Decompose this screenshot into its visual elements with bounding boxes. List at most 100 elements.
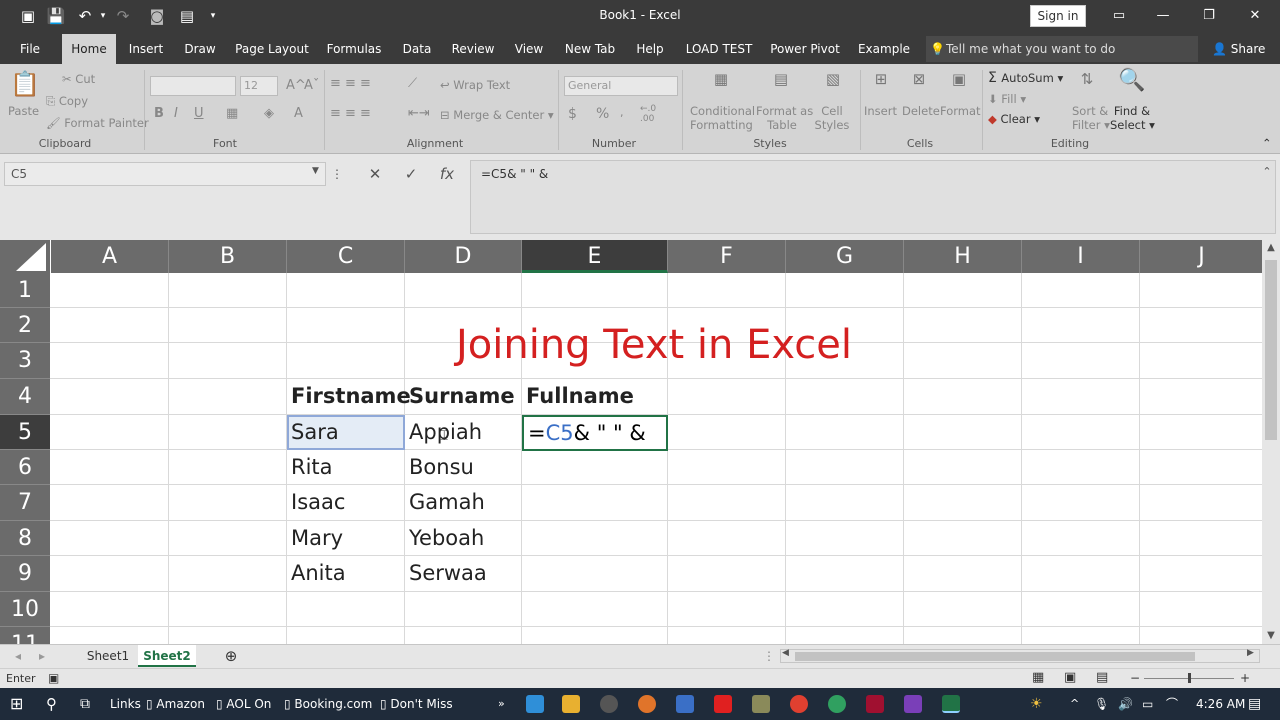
zoom-out-icon[interactable]: −	[1130, 671, 1140, 685]
bookmark-aol-on[interactable]: ▯ AOL On	[216, 688, 271, 720]
column-header-i[interactable]: I	[1022, 240, 1140, 273]
chrome-icon[interactable]	[790, 695, 808, 713]
next-sheet-icon[interactable]: ▸	[34, 645, 50, 667]
tab-help[interactable]: Help	[632, 34, 668, 64]
fill-button[interactable]: ⬇ Fill ▾	[988, 92, 1026, 106]
macro-record-icon[interactable]: ▣	[48, 671, 59, 685]
orientation-icon[interactable]: ⟋	[408, 76, 417, 91]
tab-new-tab[interactable]: New Tab	[562, 34, 618, 64]
firstname-cell[interactable]: Sara	[287, 415, 339, 450]
tab-example[interactable]: Example	[856, 34, 912, 64]
media-icon[interactable]	[600, 695, 618, 713]
font-name-select[interactable]	[150, 76, 236, 96]
form-icon[interactable]: ▤	[176, 6, 198, 26]
shrink-font-icon[interactable]: Aˇ	[304, 78, 319, 93]
row-header-4[interactable]: 4	[0, 379, 50, 415]
paste-icon[interactable]: 📋	[10, 70, 40, 100]
row-header-8[interactable]: 8	[0, 521, 50, 556]
camera-icon[interactable]: ◙	[146, 6, 168, 26]
edge-icon[interactable]	[526, 695, 544, 713]
scroll-up-icon[interactable]: ▲	[1262, 242, 1280, 253]
number-format-select[interactable]: General	[564, 76, 678, 96]
bookmark-amazon[interactable]: ▯ Amazon	[146, 688, 205, 720]
bookmark-dont-miss[interactable]: ▯ Don't Miss	[380, 688, 453, 720]
column-header-e[interactable]: E	[522, 240, 668, 273]
tab-draw[interactable]: Draw	[180, 34, 220, 64]
access-icon[interactable]	[866, 695, 884, 713]
autosave-icon[interactable]: ▣	[18, 6, 38, 26]
tab-load-test[interactable]: LOAD TEST	[682, 34, 756, 64]
row-header-1[interactable]: 1	[0, 273, 50, 308]
name-box[interactable]: C5	[4, 162, 326, 186]
surname-cell[interactable]: Yeboah	[405, 521, 484, 556]
horizontal-scrollbar[interactable]: ◀ ▶	[780, 648, 1260, 663]
find-select-button[interactable]: Find & Select ▾	[1110, 104, 1155, 132]
network-icon[interactable]: ⌒	[1166, 688, 1178, 720]
cell-styles-button[interactable]: Cell Styles	[812, 104, 852, 132]
sheet-tab-sheet2[interactable]: Sheet2	[138, 645, 196, 667]
row-header-3[interactable]: 3	[0, 343, 50, 379]
fill-color-icon[interactable]: ◈	[264, 106, 274, 121]
restore-icon[interactable]: ❐	[1198, 6, 1220, 26]
column-header-h[interactable]: H	[904, 240, 1022, 273]
cut-button[interactable]: ✂ Cut	[62, 72, 95, 86]
tab-review[interactable]: Review	[450, 34, 496, 64]
tab-file[interactable]: File	[10, 34, 50, 64]
italic-button[interactable]: I	[174, 106, 178, 121]
decimal-icon[interactable]: ←.0.00	[640, 104, 656, 124]
sheet-tab-sheet1[interactable]: Sheet1	[80, 645, 136, 667]
insert-cells-button[interactable]: Insert	[864, 104, 897, 118]
format-as-table-button[interactable]: Format as Table	[756, 104, 813, 132]
undo-icon[interactable]: ↶	[74, 6, 96, 26]
tell-me-search[interactable]: 💡 Tell me what you want to do	[926, 36, 1198, 62]
weather-icon[interactable]: ☀	[1030, 688, 1043, 720]
tab-power-pivot[interactable]: Power Pivot	[768, 34, 842, 64]
surname-cell[interactable]: Serwaa	[405, 556, 487, 591]
collapse-ribbon-icon[interactable]: ⌃	[1262, 136, 1272, 150]
horizontal-scroll-thumb[interactable]	[795, 652, 1195, 661]
vertical-scrollbar[interactable]: ▲ ▼	[1262, 240, 1280, 644]
firstname-cell[interactable]: Mary	[287, 521, 343, 556]
save-icon[interactable]: 💾	[46, 6, 66, 26]
tab-formulas[interactable]: Formulas	[324, 34, 384, 64]
sort-filter-button[interactable]: Sort & Filter ▾	[1072, 104, 1110, 132]
page-layout-view-icon[interactable]: ▣	[1064, 670, 1076, 685]
volume-icon[interactable]: 🔊	[1118, 688, 1133, 720]
search-icon[interactable]: ⚲	[46, 688, 57, 720]
sign-in-button[interactable]: Sign in	[1030, 5, 1086, 27]
header-surname-cell[interactable]: Surname	[405, 379, 515, 414]
clear-button[interactable]: ◆ Clear ▾	[988, 112, 1040, 126]
firefox-icon[interactable]	[638, 695, 656, 713]
share-button[interactable]: 👤 Share	[1212, 34, 1265, 64]
youtube-icon[interactable]	[714, 695, 732, 713]
header-firstname-cell[interactable]: Firstname	[287, 379, 411, 414]
select-all-button[interactable]	[0, 240, 50, 273]
zoom-slider-thumb[interactable]	[1188, 673, 1191, 683]
app-icon[interactable]	[676, 695, 694, 713]
app-icon[interactable]	[752, 695, 770, 713]
row-header-2[interactable]: 2	[0, 308, 50, 343]
vertical-scroll-thumb[interactable]	[1265, 260, 1277, 440]
column-header-j[interactable]: J	[1140, 240, 1264, 273]
column-header-a[interactable]: A	[51, 240, 169, 273]
editing-cell-e5[interactable]: =C5& " " &	[522, 415, 668, 451]
microphone-icon[interactable]: 🎙	[1094, 688, 1109, 720]
minimize-icon[interactable]: —	[1152, 6, 1174, 26]
grow-font-icon[interactable]: A^	[286, 78, 306, 93]
autosum-button[interactable]: Σ AutoSum ▾	[988, 70, 1063, 86]
tab-split-grip-icon[interactable]: ⋮	[762, 645, 776, 667]
row-header-10[interactable]: 10	[0, 592, 50, 627]
close-icon[interactable]: ✕	[1244, 6, 1266, 26]
bold-button[interactable]: B	[154, 106, 164, 121]
clock[interactable]: 4:26 AM	[1196, 688, 1245, 720]
tab-view[interactable]: View	[510, 34, 548, 64]
battery-icon[interactable]: ▭	[1142, 688, 1153, 720]
windows-start-icon[interactable]: ⊞	[10, 688, 23, 720]
worksheet-grid[interactable]: A B C D E F G H I J 1 2 3 4 5 6 7 8 9 10…	[0, 240, 1264, 644]
excel-taskbar-icon[interactable]	[942, 695, 960, 713]
app-icon[interactable]	[828, 695, 846, 713]
format-painter-button[interactable]: 🖌 Format Painter	[46, 116, 149, 130]
firstname-cell[interactable]: Rita	[287, 450, 333, 485]
tray-expand-icon[interactable]: ^	[1070, 688, 1079, 720]
tab-page-layout[interactable]: Page Layout	[234, 34, 310, 64]
